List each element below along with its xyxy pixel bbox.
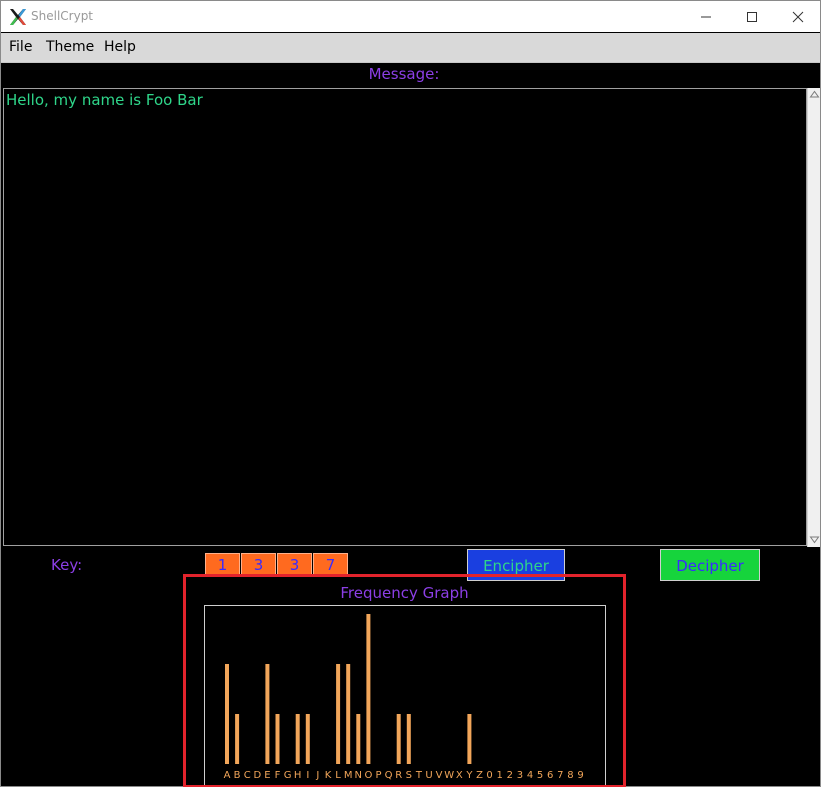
key-digit-2[interactable]: 3 <box>241 553 276 575</box>
key-digit-3[interactable]: 3 <box>277 553 312 575</box>
window-title: ShellCrypt <box>31 9 94 23</box>
title-bar[interactable]: ShellCrypt <box>1 1 820 32</box>
minimize-button[interactable] <box>683 1 729 32</box>
maximize-icon <box>747 12 757 22</box>
key-digit-4[interactable]: 7 <box>313 553 348 575</box>
menu-theme[interactable]: Theme <box>46 39 94 55</box>
message-text: Hello, my name is Foo Bar <box>6 91 203 109</box>
scroll-up-arrow-icon[interactable] <box>809 89 820 100</box>
close-icon <box>792 11 804 23</box>
key-digit-1[interactable]: 1 <box>205 553 240 575</box>
menu-bar: File Theme Help <box>1 33 820 63</box>
menu-file[interactable]: File <box>9 39 32 55</box>
message-label: Message: <box>368 65 440 83</box>
message-textarea[interactable]: Hello, my name is Foo Bar <box>3 88 807 546</box>
x-logo-icon <box>10 9 26 25</box>
highlight-annotation <box>183 574 626 787</box>
maximize-button[interactable] <box>729 1 775 32</box>
message-scrollbar[interactable] <box>807 88 820 547</box>
app-window: ShellCrypt File Theme Help Message: Hell… <box>0 0 821 787</box>
scroll-down-arrow-icon[interactable] <box>809 534 820 545</box>
menu-help[interactable]: Help <box>104 39 136 55</box>
key-label: Key: <box>51 556 83 574</box>
minimize-icon <box>701 16 711 18</box>
decipher-button[interactable]: Decipher <box>660 549 760 581</box>
close-button[interactable] <box>775 1 821 32</box>
